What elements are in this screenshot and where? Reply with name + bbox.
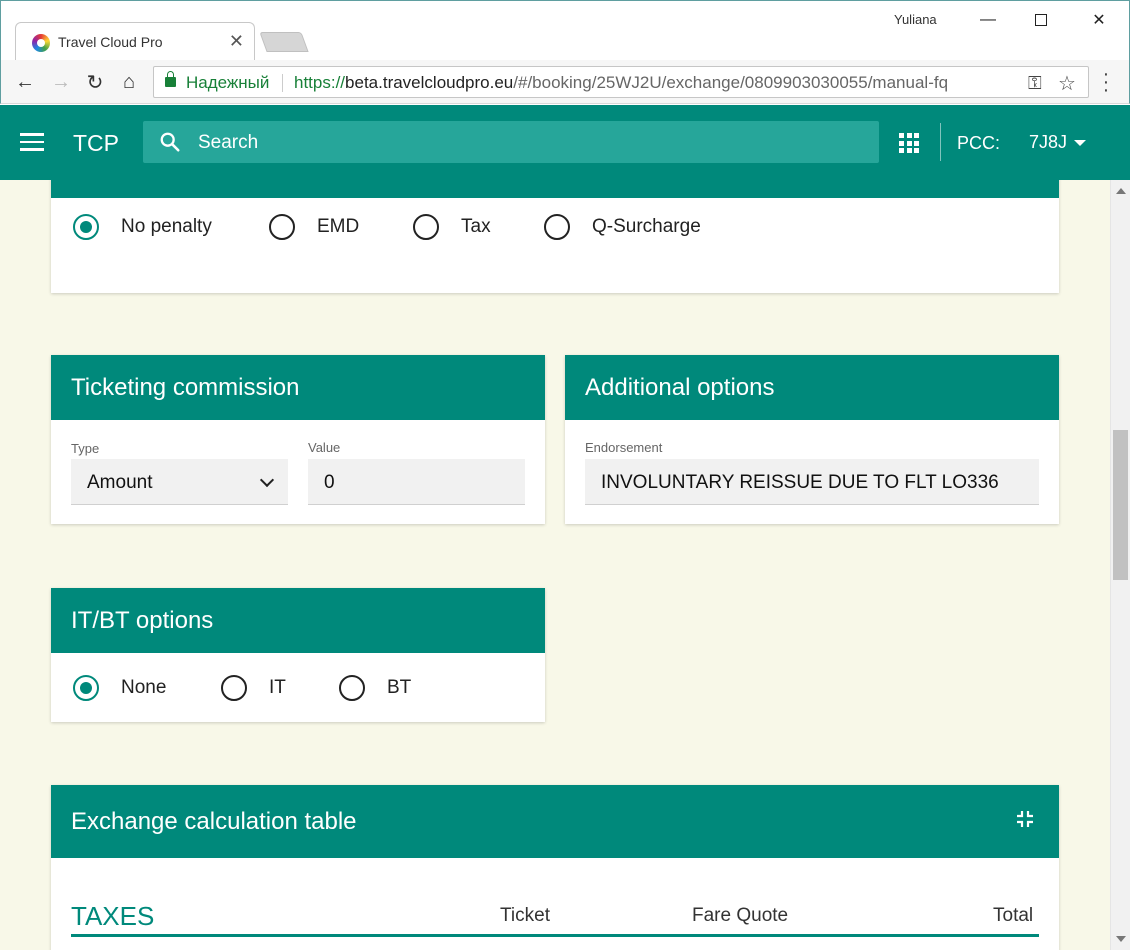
browser-toolbar: ← → ↻ ⌂ Надежный https://beta.travelclou…: [0, 60, 1130, 104]
url-scheme: https://: [294, 73, 346, 92]
penalty-option-q-surcharge[interactable]: Q-Surcharge: [544, 214, 701, 240]
exchange-calculation-title: Exchange calculation table: [71, 808, 357, 835]
itbt-option-bt[interactable]: BT: [339, 675, 411, 701]
commission-value-input[interactable]: 0: [308, 459, 525, 505]
tab-title: Travel Cloud Pro: [58, 34, 163, 50]
url-text[interactable]: https://beta.travelcloudpro.eu/#/booking…: [294, 73, 948, 93]
bookmark-star-icon[interactable]: ☆: [1058, 71, 1076, 96]
close-window-button[interactable]: ✕: [1079, 7, 1119, 33]
penalty-card-header: [51, 180, 1059, 198]
home-icon[interactable]: ⌂: [115, 68, 143, 96]
maximize-button[interactable]: [1021, 7, 1061, 33]
browser-titlebar: Travel Cloud Pro ✕ Yuliana — ✕: [0, 0, 1130, 62]
app-title[interactable]: TCP: [73, 130, 119, 157]
ticketing-commission-card: Ticketing commission Type Amount Value 0: [51, 355, 545, 524]
radio-label: BT: [387, 677, 412, 698]
scroll-up-arrow-icon[interactable]: [1116, 188, 1126, 194]
maximize-icon: [1035, 14, 1047, 26]
apps-grid-icon[interactable]: [899, 133, 919, 153]
additional-options-title: Additional options: [565, 355, 1059, 420]
column-header-total: Total: [993, 905, 1034, 926]
reload-icon[interactable]: ↻: [81, 68, 109, 96]
radio-label: Q-Surcharge: [592, 216, 701, 237]
header-divider: [940, 123, 941, 161]
lock-icon: [165, 71, 176, 87]
itbt-options-title: IT/BT options: [51, 588, 545, 653]
column-header-ticket: Ticket: [500, 905, 550, 926]
scrollbar-thumb[interactable]: [1113, 430, 1128, 580]
key-icon[interactable]: ⚿: [1028, 73, 1042, 94]
taxes-section-title: TAXES: [71, 901, 155, 931]
itbt-option-it[interactable]: IT: [221, 675, 286, 701]
radio-label: EMD: [317, 216, 360, 237]
search-icon: [160, 132, 180, 152]
page-scrollbar[interactable]: [1110, 180, 1130, 950]
ticketing-commission-title: Ticketing commission: [51, 355, 545, 420]
penalty-option-tax[interactable]: Tax: [413, 214, 491, 240]
itbt-options-card: IT/BT options None IT BT: [51, 588, 545, 722]
column-header-fare-quote: Fare Quote: [692, 905, 789, 926]
browser-menu-icon[interactable]: · · ·: [1099, 64, 1113, 100]
type-select-value: Amount: [87, 472, 153, 493]
radio-no-penalty[interactable]: [73, 214, 99, 240]
url-path: /#/booking/25WJ2U/exchange/0809903030055…: [513, 73, 949, 92]
radio-label: None: [121, 677, 167, 698]
app-favicon-icon: [32, 34, 50, 52]
endorsement-text: INVOLUNTARY REISSUE DUE TO FLT LO336: [601, 472, 999, 493]
type-select[interactable]: Amount: [71, 459, 288, 505]
url-host: beta.travelcloudpro.eu: [345, 73, 514, 92]
menu-icon[interactable]: [20, 133, 44, 151]
exchange-calculation-card: Exchange calculation table TAXES Ticket …: [51, 785, 1059, 950]
radio-none[interactable]: [73, 675, 99, 701]
minimize-button[interactable]: —: [968, 7, 1008, 33]
pcc-selector[interactable]: 7J8J: [1029, 132, 1067, 153]
radio-it[interactable]: [221, 675, 247, 701]
new-tab-button[interactable]: [259, 32, 309, 52]
exchange-calculation-header: Exchange calculation table: [51, 785, 1059, 858]
endorsement-input[interactable]: INVOLUNTARY REISSUE DUE TO FLT LO336: [585, 459, 1039, 505]
additional-options-card: Additional options Endorsement INVOLUNTA…: [565, 355, 1059, 524]
browser-tab[interactable]: Travel Cloud Pro ✕: [15, 22, 255, 62]
secure-label: Надежный: [186, 73, 270, 92]
radio-label: IT: [269, 677, 286, 698]
commission-value-text: 0: [324, 472, 335, 493]
caret-down-icon[interactable]: [1074, 140, 1086, 146]
pcc-label: PCC:: [957, 133, 1001, 153]
search-placeholder: Search: [198, 132, 259, 153]
penalty-option-emd[interactable]: EMD: [269, 214, 359, 240]
collapse-icon[interactable]: [1015, 809, 1035, 829]
forward-arrow-icon[interactable]: →: [47, 68, 75, 96]
app-header: TCP Search PCC: 7J8J: [0, 105, 1130, 180]
chevron-down-icon: [259, 472, 275, 488]
penalty-option-no-penalty[interactable]: No penalty: [73, 214, 212, 240]
value-field-label: Value: [308, 440, 341, 455]
radio-q-surcharge[interactable]: [544, 214, 570, 240]
radio-label: Tax: [461, 216, 491, 237]
penalty-card: No penalty EMD Tax Q-Surcharge: [51, 180, 1059, 293]
radio-tax[interactable]: [413, 214, 439, 240]
browser-user-name[interactable]: Yuliana: [894, 12, 937, 27]
search-input[interactable]: Search: [143, 121, 879, 163]
tab-close-icon[interactable]: ✕: [229, 31, 244, 52]
itbt-option-none[interactable]: None: [73, 675, 166, 701]
table-header-divider: [71, 934, 1039, 937]
radio-bt[interactable]: [339, 675, 365, 701]
address-separator: [282, 74, 283, 92]
main-content: No penalty EMD Tax Q-Surcharge Ticketing…: [0, 180, 1110, 950]
radio-emd[interactable]: [269, 214, 295, 240]
scroll-down-arrow-icon[interactable]: [1116, 936, 1126, 942]
type-field-label: Type: [71, 441, 100, 456]
address-bar[interactable]: Надежный https://beta.travelcloudpro.eu/…: [153, 66, 1089, 98]
radio-label: No penalty: [121, 216, 212, 237]
back-arrow-icon[interactable]: ←: [11, 68, 39, 96]
endorsement-field-label: Endorsement: [585, 440, 663, 455]
